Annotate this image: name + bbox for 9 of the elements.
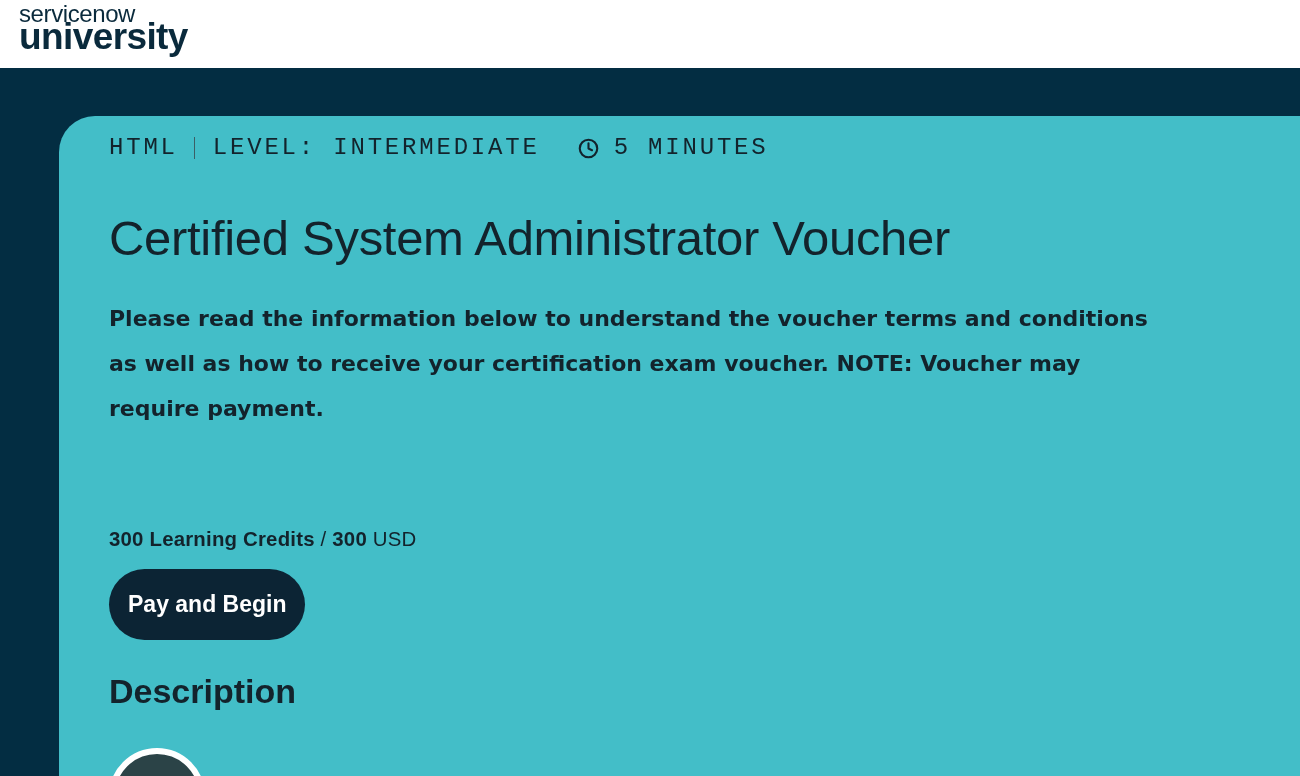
pay-and-begin-button[interactable]: Pay and Begin (109, 569, 306, 640)
section-heading: Description (109, 671, 297, 712)
meta-label: LEVEL: INTERMEDIATE (212, 134, 540, 162)
meta-label: HTML (109, 134, 178, 162)
duration-label: 5 MINUTES (613, 134, 769, 162)
price-text: 300 Learning Credits / 300 USD (109, 527, 417, 552)
intro-text: Please read the information below to understand the voucher terms and conditions as well as how to receive your certification exam voucher. NOTE: Voucher may require payment. (109, 305, 1149, 423)
clock-icon (577, 137, 599, 159)
course-title: Certified System Administrator Voucher (109, 210, 950, 267)
